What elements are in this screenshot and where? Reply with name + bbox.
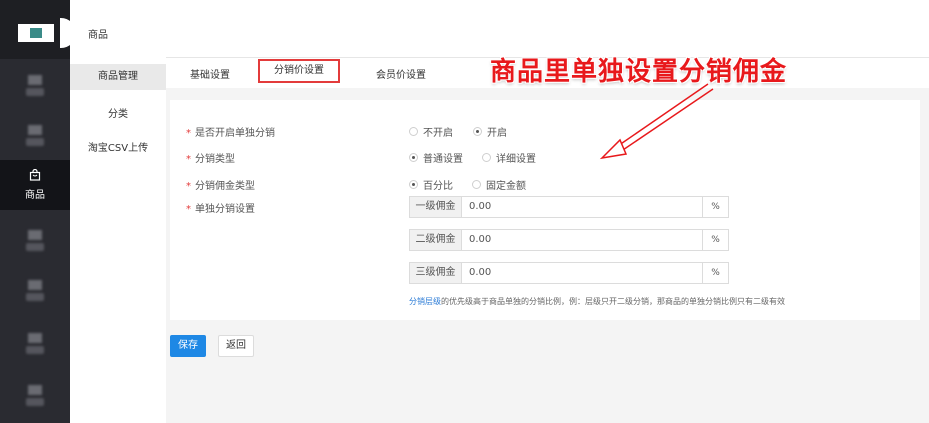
level2-commission-prefix: 二级佣金 [410,230,462,250]
percent-suffix: % [702,263,728,283]
radio-percentage[interactable]: 百分比 [409,177,453,192]
sidebar-item-blurred-1[interactable] [0,60,70,110]
sidebar-item-blurred-5[interactable] [0,318,70,368]
tab-distribution-price[interactable]: 分销价设置 [258,59,340,83]
radio-detailed-setting[interactable]: 详细设置 [482,150,536,165]
commission-hint: 分销层级的优先级高于商品单独的分销比例，例：层级只开二级分销，那商品的单独分销比… [409,297,785,306]
sidebar-item-blurred-2[interactable] [0,110,70,160]
radio-disable[interactable]: 不开启 [409,124,453,139]
sidebar-item-blurred-6[interactable] [0,370,70,420]
percent-suffix: % [702,230,728,250]
radio-circle [472,180,481,189]
level3-commission-input[interactable]: 0.00 [462,263,702,283]
radio-normal-setting[interactable]: 普通设置 [409,150,463,165]
commission-type-label: * 分销佣金类型 [186,181,255,192]
commission-setting-label: * 单独分销设置 [186,204,255,215]
level2-commission-input[interactable]: 0.00 [462,230,702,250]
bag-icon [29,168,41,183]
radio-circle-checked [409,180,418,189]
top-bar [166,0,929,58]
logo [18,24,54,42]
distribution-type-label: * 分销类型 [186,154,235,165]
sidebar-item-label: 商品 [25,190,45,201]
radio-fixed-amount[interactable]: 固定金额 [472,177,526,192]
save-button[interactable]: 保存 [170,335,206,357]
level3-commission-prefix: 三级佣金 [410,263,462,283]
tab-basic-settings[interactable]: 基础设置 [190,66,230,81]
level2-commission-group: 二级佣金 0.00 % [409,229,729,251]
radio-enable[interactable]: 开启 [473,124,507,139]
level1-commission-group: 一级佣金 0.00 % [409,196,729,218]
secondary-nav-title: 商品 [88,30,108,41]
subnav-item-csv-upload[interactable]: 淘宝CSV上传 [70,139,166,154]
subnav-item-category[interactable]: 分类 [70,105,166,120]
radio-circle-checked [473,127,482,136]
annotation-arrow-icon [599,83,714,160]
level1-commission-input[interactable]: 0.00 [462,197,702,217]
subnav-item-goods-manage[interactable]: 商品管理 [70,64,166,90]
logo-mark [30,28,42,38]
radio-circle-checked [409,153,418,162]
sidebar-item-blurred-4[interactable] [0,265,70,315]
radio-circle [409,127,418,136]
tab-member-price[interactable]: 会员价设置 [376,66,426,81]
distribution-level-link[interactable]: 分销层级 [409,297,441,306]
enable-label: * 是否开启单独分销 [186,128,275,139]
level3-commission-group: 三级佣金 0.00 % [409,262,729,284]
sidebar-item-blurred-3[interactable] [0,215,70,265]
level1-commission-prefix: 一级佣金 [410,197,462,217]
sidebar-item-goods[interactable]: 商品 [0,160,70,210]
radio-circle [482,153,491,162]
back-button[interactable]: 返回 [218,335,254,357]
percent-suffix: % [702,197,728,217]
